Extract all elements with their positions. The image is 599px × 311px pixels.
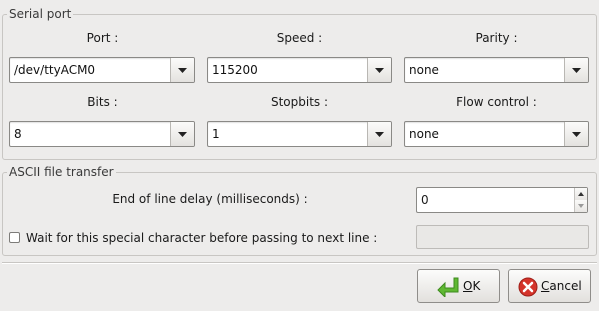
flow-control-dropdown-button[interactable]: [564, 122, 588, 146]
bits-combo[interactable]: 8: [9, 121, 195, 147]
speed-value: 115200: [212, 63, 258, 77]
wait-char-label[interactable]: Wait for this special character before p…: [26, 231, 377, 245]
speed-dropdown-button[interactable]: [367, 58, 391, 82]
bits-label: Bits :: [87, 95, 118, 109]
cancel-label: Cancel: [541, 279, 582, 293]
bits-dropdown-button[interactable]: [170, 122, 194, 146]
speed-label: Speed :: [276, 31, 323, 45]
chevron-down-icon: [578, 204, 584, 208]
ok-button[interactable]: OK: [417, 269, 500, 303]
chevron-down-icon: [375, 132, 384, 137]
ok-arrow-icon: [437, 277, 459, 297]
flow-control-label: Flow control :: [456, 95, 537, 109]
ok-label: OK: [463, 279, 480, 293]
cancel-label-rest: ancel: [549, 279, 582, 293]
divider: [2, 262, 597, 264]
stopbits-combo[interactable]: 1: [207, 121, 392, 147]
parity-value: none: [409, 63, 439, 77]
eol-delay-spinner[interactable]: 0: [416, 187, 588, 213]
eol-delay-label: End of line delay (milliseconds) :: [112, 192, 308, 206]
ok-label-rest: K: [472, 279, 481, 293]
chevron-down-icon: [178, 68, 187, 73]
stopbits-dropdown-button[interactable]: [367, 122, 391, 146]
chevron-down-icon: [375, 68, 384, 73]
port-label: Port :: [86, 31, 119, 45]
flow-control-combo[interactable]: none: [404, 121, 589, 147]
speed-combo[interactable]: 115200: [207, 57, 392, 83]
parity-label: Parity :: [475, 31, 518, 45]
spin-down-button[interactable]: [574, 200, 587, 212]
cancel-icon: [518, 277, 538, 297]
cancel-button[interactable]: Cancel: [508, 269, 591, 303]
parity-combo[interactable]: none: [404, 57, 589, 83]
chevron-down-icon: [178, 132, 187, 137]
ascii-transfer-title: ASCII file transfer: [7, 165, 116, 179]
port-value: /dev/ttyACM0: [14, 63, 96, 77]
flow-control-value: none: [409, 127, 439, 141]
eol-delay-value: 0: [421, 193, 429, 207]
wait-char-input[interactable]: [416, 225, 589, 249]
parity-dropdown-button[interactable]: [564, 58, 588, 82]
stopbits-label: Stopbits :: [270, 95, 329, 109]
port-dropdown-button[interactable]: [170, 58, 194, 82]
bits-value: 8: [14, 127, 22, 141]
wait-char-checkbox[interactable]: [9, 232, 20, 243]
serial-port-title: Serial port: [7, 7, 74, 21]
port-combo[interactable]: /dev/ttyACM0: [9, 57, 195, 83]
chevron-up-icon: [578, 192, 584, 196]
chevron-down-icon: [572, 132, 581, 137]
chevron-down-icon: [572, 68, 581, 73]
stopbits-value: 1: [212, 127, 220, 141]
